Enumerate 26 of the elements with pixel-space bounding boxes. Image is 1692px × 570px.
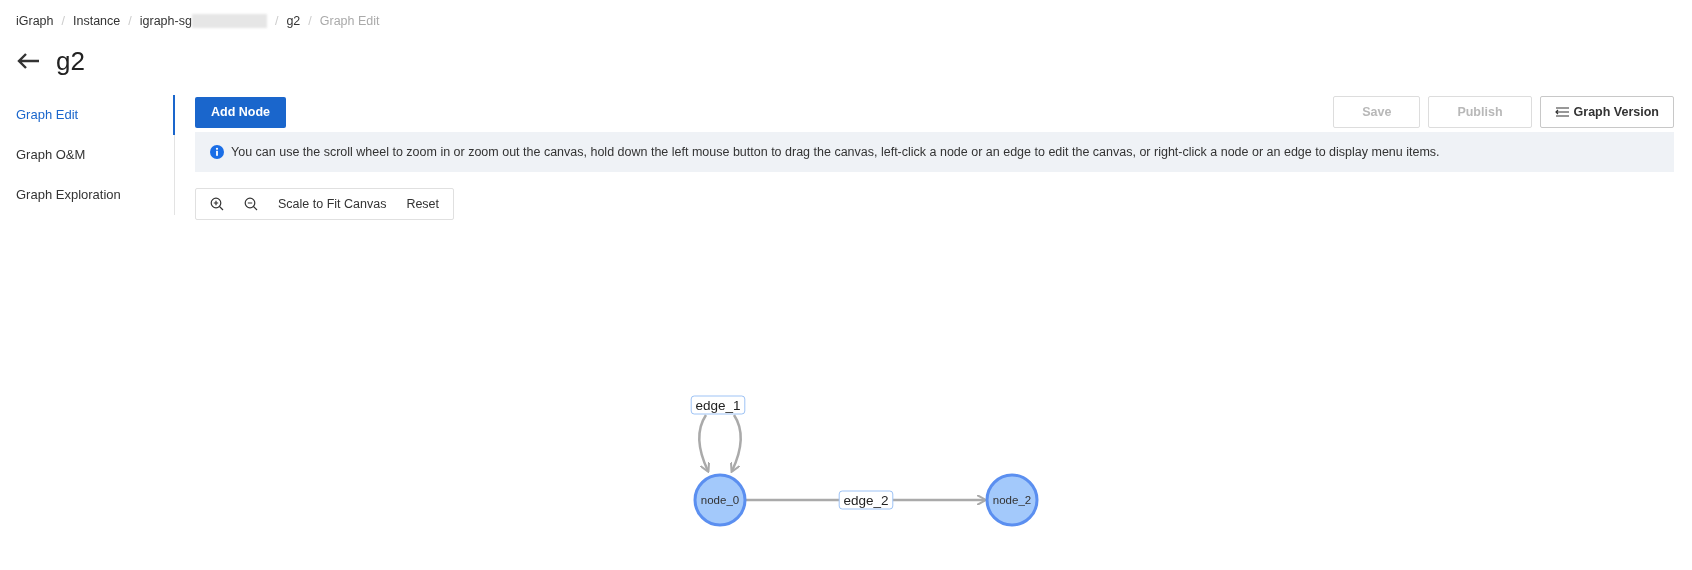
breadcrumb-link[interactable]: igraph-sg [139, 14, 192, 28]
sidebar-item[interactable]: Graph O&M [0, 135, 175, 175]
edge-label[interactable]: edge_1 [690, 395, 746, 415]
breadcrumb-separator: / [61, 14, 65, 28]
back-arrow-icon[interactable] [16, 52, 40, 70]
breadcrumb-separator: / [274, 14, 279, 28]
page-title: g2 [56, 45, 85, 77]
canvas-tool-button[interactable]: Scale to Fit Canvas [270, 191, 395, 217]
menu-icon [1554, 107, 1569, 117]
graph-node[interactable]: node_2 [985, 473, 1039, 527]
zoom-in-icon [210, 197, 224, 211]
sidebar-item[interactable]: Graph Exploration [0, 175, 175, 215]
info-icon [210, 145, 224, 159]
breadcrumb-link[interactable]: g2 [286, 14, 301, 28]
canvas-tool-button[interactable]: Reset [398, 191, 448, 217]
graph-node[interactable]: node_0 [693, 473, 747, 527]
add-node-button[interactable]: Add Node [195, 96, 287, 128]
breadcrumb-link[interactable]: iGraph [16, 14, 54, 28]
breadcrumb-link[interactable]: Instance [73, 14, 121, 28]
toolbar-button[interactable]: Graph Version [1539, 96, 1674, 128]
breadcrumb-separator: / [308, 14, 312, 28]
info-text: You can use the scroll wheel to zoom in or zoom out the canvas, hold down the left mouse button to drag the canvas, left-click a node or an edge to edit the canvas, or right-click a node or an edge to display menu items. [231, 145, 1440, 159]
breadcrumb-separator: / [128, 14, 132, 28]
sidebar-item[interactable]: Graph Edit [0, 95, 175, 135]
zoom-out-icon [244, 197, 258, 211]
edge-label[interactable]: edge_2 [838, 490, 894, 510]
